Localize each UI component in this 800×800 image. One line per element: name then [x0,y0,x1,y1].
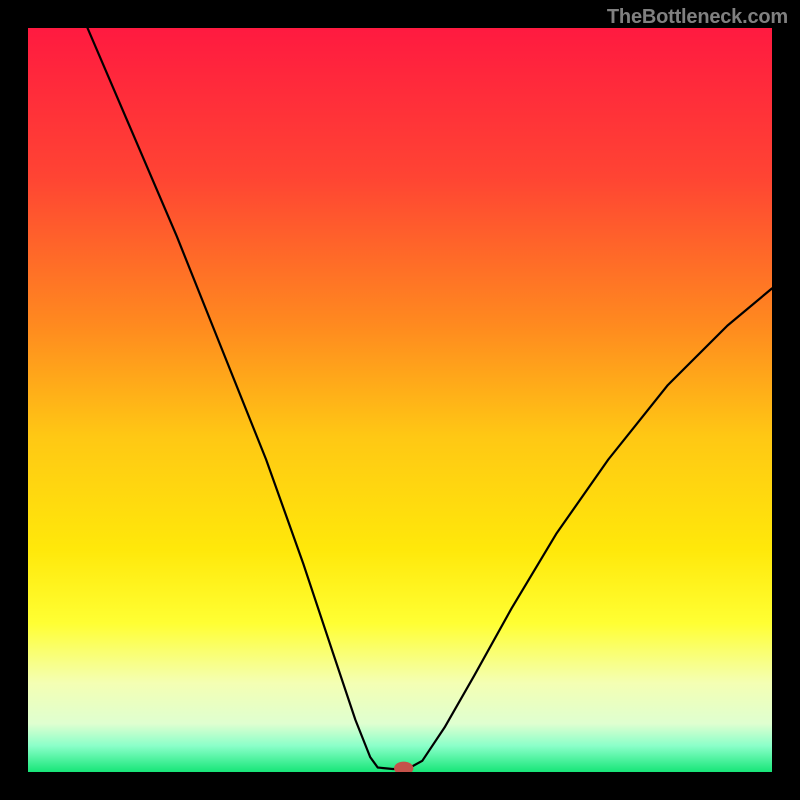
watermark-text: TheBottleneck.com [607,6,788,29]
chart-plot-area [28,28,772,772]
bottleneck-curve-chart [28,28,772,772]
gradient-background [28,28,772,772]
chart-frame: TheBottleneck.com [0,0,800,800]
